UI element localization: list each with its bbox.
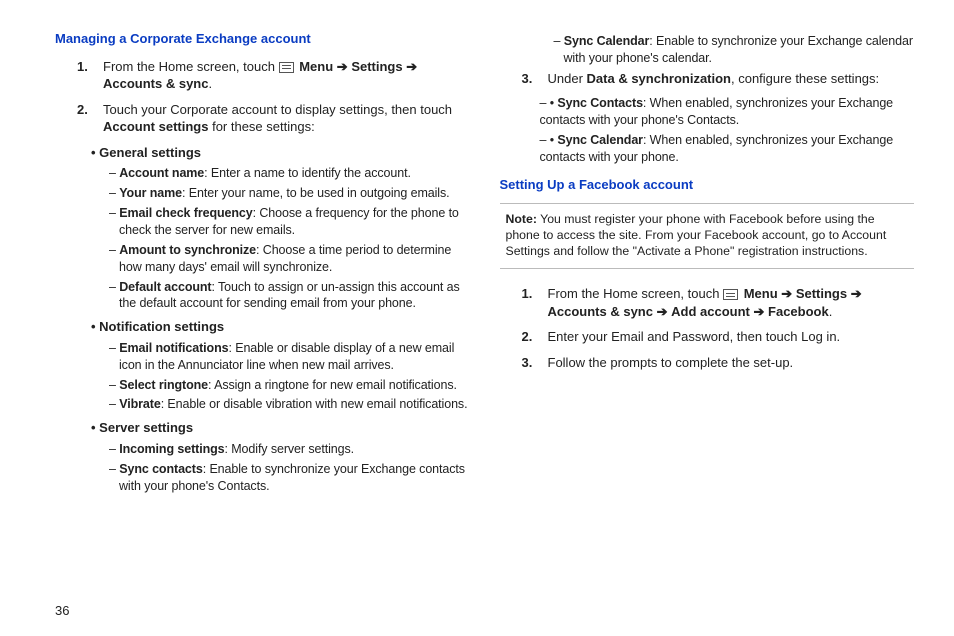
item-desc: : Modify server settings. [225,442,355,456]
bullet-server-settings: Server settings [91,419,470,437]
item-label: Amount to synchronize [119,243,256,257]
dash-list: Incoming settings: Modify server setting… [109,441,470,495]
arrow-icon: ➔ [851,285,862,303]
item-label: Your name [119,186,182,200]
item-label: Account name [119,166,204,180]
ordered-list: 3. Under Data & synchronization, configu… [522,70,915,88]
label-accounts-sync: Accounts & sync [548,304,653,319]
step-text: Follow the prompts to complete the set-u… [548,354,915,372]
section-heading-exchange: Managing a Corporate Exchange account [55,30,470,48]
step-text: Touch your Corporate account to display … [103,101,470,136]
text: . [208,76,212,91]
step-3: 3. Under Data & synchronization, configu… [522,70,915,88]
item-desc: : Enter a name to identify the account. [204,166,411,180]
list-item: Vibrate: Enable or disable vibration wit… [109,396,470,413]
step-number: 2. [77,101,103,136]
text: for these settings: [208,119,314,134]
ordered-list: 1. From the Home screen, touch Menu ➔ Se… [522,285,915,371]
step-1: 1. From the Home screen, touch Menu ➔ Se… [77,58,470,93]
note-label: Note: [506,212,537,226]
item-label: Sync Contacts [557,96,643,110]
label-account-settings: Account settings [103,119,208,134]
dash-list: Account name: Enter a name to identify t… [109,165,470,312]
step-number: 1. [77,58,103,93]
label-facebook: Facebook [768,304,829,319]
page-number: 36 [55,602,69,620]
label-settings: Settings [796,286,847,301]
step-2: 2. Touch your Corporate account to displ… [77,101,470,136]
label-menu: Menu [744,286,778,301]
item-desc: : Assign a ringtone for new email notifi… [208,378,457,392]
page: Managing a Corporate Exchange account 1.… [0,0,954,636]
label-accounts-sync: Accounts & sync [103,76,208,91]
step-text: Under Data & synchronization, configure … [548,70,915,88]
arrow-icon: ➔ [337,58,348,76]
label-settings: Settings [351,59,402,74]
item-label: Sync Calendar [564,34,650,48]
list-item: Amount to synchronize: Choose a time per… [109,242,470,276]
arrow-icon: ➔ [781,285,792,303]
text: From the Home screen, touch [548,286,724,301]
bullet-list: General settings Account name: Enter a n… [91,144,470,495]
item-label: Sync Calendar [557,133,643,147]
arrow-icon: ➔ [406,58,417,76]
menu-icon [723,289,738,300]
arrow-icon: ➔ [657,303,668,321]
text: , configure these settings: [731,71,879,86]
text: Under [548,71,587,86]
list-item: Select ringtone: Assign a ringtone for n… [109,377,470,394]
arrow-icon: ➔ [754,303,765,321]
list-item: Sync contacts: Enable to synchronize you… [109,461,470,495]
item-label: Vibrate [119,397,160,411]
fb-step-1: 1. From the Home screen, touch Menu ➔ Se… [522,285,915,320]
list-item: Default account: Touch to assign or un-a… [109,279,470,313]
item-label: Default account [119,280,211,294]
fb-step-2: 2. Enter your Email and Password, then t… [522,328,915,346]
bullet-list: • Sync Contacts: When enabled, synchroni… [540,95,915,166]
step-number: 1. [522,285,548,320]
left-column: Managing a Corporate Exchange account 1.… [55,30,470,624]
list-item: Sync Calendar: Enable to synchronize you… [554,33,915,67]
ordered-list: 1. From the Home screen, touch Menu ➔ Se… [77,58,470,136]
note-text: You must register your phone with Facebo… [506,212,887,258]
bullet-general-settings: General settings [91,144,470,162]
text: Touch your Corporate account to display … [103,102,452,117]
item-desc: : Enter your name, to be used in outgoin… [182,186,449,200]
item-label: Email check frequency [119,206,252,220]
label-add-account: Add account [671,304,750,319]
step-text: Enter your Email and Password, then touc… [548,328,915,346]
step-number: 3. [522,70,548,88]
text: From the Home screen, touch [103,59,279,74]
text: . [829,304,833,319]
step-number: 2. [522,328,548,346]
menu-icon [279,62,294,73]
item-label: Sync contacts [119,462,202,476]
list-item: Email notifications: Enable or disable d… [109,340,470,374]
fb-step-3: 3. Follow the prompts to complete the se… [522,354,915,372]
step-number: 3. [522,354,548,372]
dash-list: Email notifications: Enable or disable d… [109,340,470,414]
list-item: • Sync Contacts: When enabled, synchroni… [540,95,915,129]
section-heading-facebook: Setting Up a Facebook account [500,176,915,194]
item-label: Incoming settings [119,442,224,456]
right-column: Sync Calendar: Enable to synchronize you… [500,30,915,624]
item-label: Select ringtone [119,378,208,392]
label-data-sync: Data & synchronization [587,71,731,86]
list-item: • Sync Calendar: When enabled, synchroni… [540,132,915,166]
item-label: Email notifications [119,341,228,355]
step-text: From the Home screen, touch Menu ➔ Setti… [548,285,915,320]
item-desc: : Enable or disable vibration with new e… [161,397,468,411]
list-item: Account name: Enter a name to identify t… [109,165,470,182]
dash-list: Sync Calendar: Enable to synchronize you… [554,33,915,67]
list-item: Your name: Enter your name, to be used i… [109,185,470,202]
list-item: Incoming settings: Modify server setting… [109,441,470,458]
list-item: Email check frequency: Choose a frequenc… [109,205,470,239]
step-text: From the Home screen, touch Menu ➔ Setti… [103,58,470,93]
label-menu: Menu [299,59,333,74]
note-box: Note: You must register your phone with … [500,203,915,269]
bullet-notification-settings: Notification settings [91,318,470,336]
